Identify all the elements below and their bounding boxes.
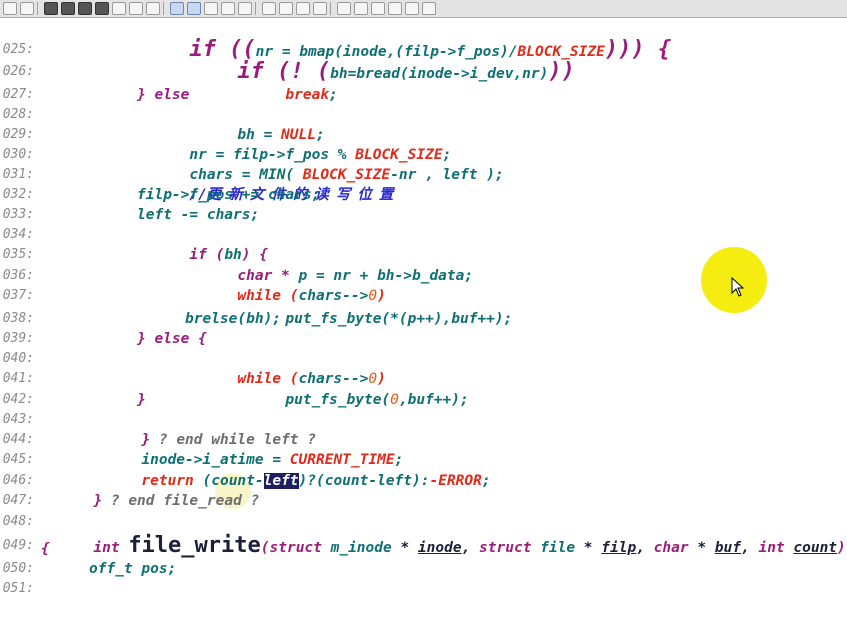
code-line[interactable]: 050: { [0, 539, 847, 576]
jump-icon[interactable] [204, 2, 218, 15]
find-next-icon[interactable] [78, 2, 92, 15]
code-line[interactable]: 044: } ? end while left ? [0, 410, 847, 448]
code-line[interactable]: 047: } ? end file_read ? [0, 471, 847, 509]
bookmark-icon[interactable] [112, 2, 126, 15]
code-line[interactable]: 029: bh = NULL; [0, 105, 847, 143]
code-line[interactable]: 045: inode->i_atime = CURRENT_TIME; [0, 430, 847, 468]
code-token: left -= chars; [137, 207, 260, 223]
lookup-icon[interactable] [238, 2, 252, 15]
code-line[interactable]: 049: int file_write(struct m_inode * ino… [0, 516, 847, 557]
page-icon[interactable] [337, 2, 351, 15]
replace-icon[interactable] [95, 2, 109, 15]
code-line[interactable]: 046: return (count-left)?(count-left):-E… [0, 451, 847, 489]
find-prev-icon[interactable] [61, 2, 75, 15]
hex-icon[interactable] [146, 2, 160, 15]
highlight-icon[interactable] [405, 2, 419, 15]
code-line[interactable]: 031: chars = MIN( BLOCK_SIZE-nr , left )… [0, 145, 847, 183]
forward-icon[interactable] [187, 2, 201, 15]
code-line[interactable]: 042: put_fs_byte(0,buf++); [0, 370, 847, 408]
marker-icon[interactable] [354, 2, 368, 15]
code-line[interactable]: 039: brelse(bh); [0, 309, 847, 346]
code-line[interactable]: 027: break; [0, 65, 847, 103]
code-line[interactable]: 035: if (bh) { [0, 225, 847, 263]
code-line[interactable]: 040: } else { [0, 329, 847, 366]
toolbar-separator [330, 2, 331, 15]
mouse-pointer-icon [731, 277, 745, 297]
code-token: { [41, 541, 50, 557]
code-line[interactable]: 025: if ((nr = bmap(inode,(filp->f_pos)/… [0, 20, 847, 61]
toggle-icon[interactable] [371, 2, 385, 15]
else-keyword: } else [137, 87, 190, 103]
line-number: 051: [2, 581, 34, 596]
code-line[interactable]: 041: while (chars-->0) [0, 349, 847, 387]
redo-icon[interactable] [20, 2, 34, 15]
wrap-icon[interactable] [388, 2, 402, 15]
code-line[interactable]: 043: } [0, 390, 847, 427]
code-token: } [137, 392, 146, 408]
else-keyword: } else { [137, 331, 207, 347]
code-line[interactable]: 034: left -= chars; [0, 205, 847, 242]
code-line[interactable]: 032: //更新文件的读写位置 [0, 165, 847, 203]
code-token: brelse(bh); [185, 311, 282, 327]
tile-icon[interactable] [279, 2, 293, 15]
code-line[interactable]: 026: if (! (bh=bread(inode->i_dev,nr))) [0, 42, 847, 83]
cascade-icon[interactable] [296, 2, 310, 15]
goto-icon[interactable] [129, 2, 143, 15]
find-icon[interactable] [44, 2, 58, 15]
window-icon[interactable] [313, 2, 327, 15]
code-line[interactable]: 030: nr = filp->f_pos % BLOCK_SIZE; [0, 125, 847, 163]
list-icon[interactable] [262, 2, 276, 15]
match-brace-icon[interactable] [221, 2, 235, 15]
code-line[interactable]: 028: } else [0, 85, 847, 122]
code-line[interactable]: 051: off_t pos; [0, 559, 847, 596]
code-line[interactable]: 033: filp->f_pos += chars; [0, 185, 847, 222]
code-token: filp->f_pos += chars; [137, 187, 321, 203]
editor-toolbar [0, 0, 847, 18]
undo-icon[interactable] [3, 2, 17, 15]
code-line[interactable]: 048: [0, 492, 847, 529]
settings-icon[interactable] [422, 2, 436, 15]
toolbar-separator [255, 2, 256, 15]
back-icon[interactable] [170, 2, 184, 15]
toolbar-separator [163, 2, 164, 15]
toolbar-separator [37, 2, 38, 15]
code-token: off_t pos; [89, 561, 177, 577]
